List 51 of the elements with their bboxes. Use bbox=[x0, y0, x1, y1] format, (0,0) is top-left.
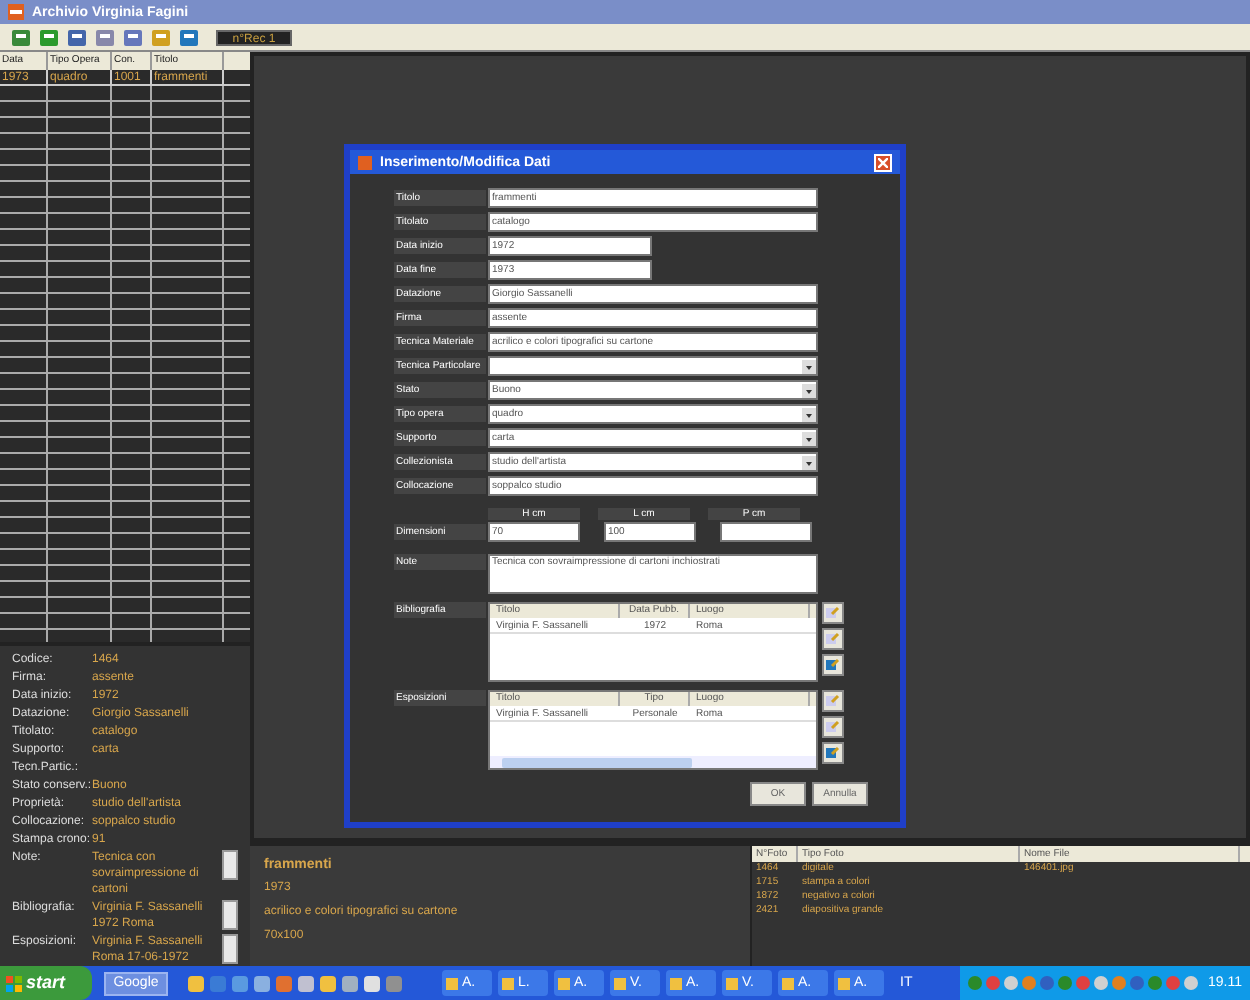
row-action-button[interactable] bbox=[822, 628, 844, 650]
edit-icon bbox=[826, 632, 840, 646]
edit-icon bbox=[826, 694, 840, 708]
task-icon bbox=[670, 977, 682, 989]
task-icon bbox=[558, 977, 570, 989]
scroll-buttons[interactable] bbox=[222, 900, 238, 930]
toolbar-button[interactable] bbox=[64, 25, 90, 49]
edit-icon bbox=[826, 746, 840, 760]
edit-icon bbox=[826, 658, 840, 672]
row-action-button[interactable] bbox=[822, 654, 844, 676]
toolbar-icon bbox=[94, 27, 116, 47]
toolbar-icon bbox=[150, 27, 172, 47]
toolbar-button[interactable] bbox=[176, 25, 202, 49]
start-button[interactable]: start bbox=[0, 966, 92, 1000]
windows-logo-icon bbox=[6, 975, 22, 991]
row-action-button[interactable] bbox=[822, 690, 844, 712]
row-action-button[interactable] bbox=[822, 602, 844, 624]
scroll-buttons[interactable] bbox=[222, 850, 238, 880]
toolbar-button[interactable] bbox=[92, 25, 118, 49]
dropdown-caret-icon bbox=[802, 407, 816, 421]
toolbar-icon bbox=[38, 27, 60, 47]
close-icon bbox=[878, 157, 888, 167]
row-action-button[interactable] bbox=[822, 716, 844, 738]
task-icon bbox=[446, 977, 458, 989]
scroll-buttons[interactable] bbox=[222, 934, 238, 964]
close-button[interactable] bbox=[874, 153, 892, 171]
dropdown-caret-icon bbox=[802, 383, 816, 397]
toolbar-icon bbox=[10, 27, 32, 47]
task-icon bbox=[614, 977, 626, 989]
dropdown-caret-icon bbox=[802, 431, 816, 445]
task-icon bbox=[782, 977, 794, 989]
task-icon bbox=[838, 977, 850, 989]
toolbar-button[interactable] bbox=[36, 25, 62, 49]
task-icon bbox=[502, 977, 514, 989]
dropdown-caret-icon bbox=[802, 455, 816, 469]
toolbar-button[interactable] bbox=[148, 25, 174, 49]
toolbar-button[interactable] bbox=[120, 25, 146, 49]
horizontal-scrollbar[interactable] bbox=[490, 756, 816, 768]
toolbar-icon bbox=[66, 27, 88, 47]
dialog-icon bbox=[358, 155, 372, 169]
task-icon bbox=[726, 977, 738, 989]
toolbar-icon bbox=[122, 27, 144, 47]
app-icon bbox=[8, 4, 24, 20]
dropdown[interactable] bbox=[488, 356, 818, 376]
edit-icon bbox=[826, 720, 840, 734]
row-action-button[interactable] bbox=[822, 742, 844, 764]
toolbar-button[interactable] bbox=[8, 25, 34, 49]
input-field[interactable] bbox=[720, 522, 812, 542]
edit-icon bbox=[826, 606, 840, 620]
toolbar-icon bbox=[178, 27, 200, 47]
dropdown-caret-icon bbox=[802, 359, 816, 373]
